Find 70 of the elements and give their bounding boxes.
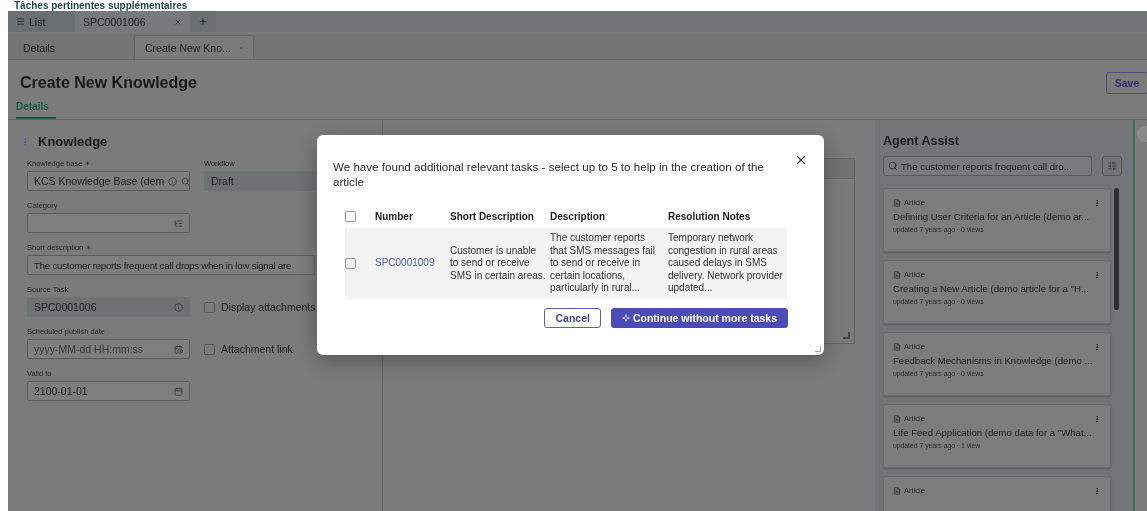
filter-button[interactable]: [1102, 156, 1122, 176]
scrollbar[interactable]: [1114, 188, 1119, 310]
checkbox-option[interactable]: Attachment link: [204, 339, 293, 359]
sliders-icon: [1107, 161, 1117, 171]
input-field[interactable]: yyyy-MM-dd HH:mm:ss: [27, 339, 190, 359]
checkbox-option[interactable]: Display attachments: [204, 297, 316, 317]
calendar-icon[interactable]: [174, 344, 183, 354]
hierarchy-icon[interactable]: [174, 218, 183, 228]
new-tab-button[interactable]: [190, 11, 216, 32]
resize-grip-icon[interactable]: [815, 346, 821, 352]
info-icon[interactable]: [168, 176, 178, 186]
close-icon[interactable]: [238, 43, 243, 52]
input-field[interactable]: [27, 213, 190, 233]
more-icon[interactable]: [1093, 198, 1101, 207]
dialog-message: We have found additional relevant tasks - select up to 5 to help in the creation of the article: [333, 159, 765, 189]
plus-icon: [198, 16, 208, 27]
more-icon[interactable]: [1093, 414, 1101, 423]
card-title: Feedback Mechanisms in Knowledge (demo ...: [893, 355, 1094, 366]
document-icon: [893, 486, 901, 495]
column-header: Short Description: [450, 211, 535, 224]
close-icon[interactable]: [174, 17, 182, 26]
document-icon: [893, 414, 901, 423]
more-icon[interactable]: [1093, 342, 1101, 351]
tab[interactable]: Create New Kno...: [134, 35, 254, 59]
search-field[interactable]: The customer reports frequent call dro...: [883, 156, 1092, 176]
select-all-checkbox[interactable]: [345, 211, 356, 222]
column-header: Description: [550, 211, 606, 224]
tab[interactable]: Details: [12, 35, 132, 59]
document-icon: [893, 270, 901, 279]
checkbox[interactable]: [204, 343, 215, 355]
info-icon[interactable]: [174, 302, 183, 312]
sparkle-icon: [621, 313, 630, 322]
input-field[interactable]: 2100-01-01: [27, 381, 190, 401]
page-heading: Tâches pertinentes supplémentaires: [14, 0, 188, 11]
menu-icon: [16, 17, 25, 26]
card-title: Defining User Criteria for an Article (demo ar...: [893, 211, 1091, 222]
input-field[interactable]: The customer reports frequent call drops when in low signal are: [27, 255, 315, 275]
search-icon[interactable]: [181, 176, 191, 186]
document-icon: [893, 342, 901, 351]
calendar-icon[interactable]: [174, 386, 183, 396]
table-cell: Customer is unable to send or receive SMS in certain areas.: [450, 244, 546, 283]
panel-title: Agent Assist: [883, 134, 960, 148]
app-tab[interactable]: SPC0001006: [75, 11, 190, 32]
input-field[interactable]: Draft: [204, 171, 316, 191]
card-title: Life Feed Application (demo data for a "What...: [893, 427, 1093, 438]
app-tab[interactable]: List: [8, 11, 75, 32]
input-field[interactable]: SPC0001006: [27, 297, 190, 317]
required-icon: [84, 160, 92, 167]
more-icon[interactable]: [1093, 270, 1101, 279]
save-button[interactable]: Save: [1106, 72, 1147, 94]
input-field[interactable]: KCS Knowledge Base (dem: [27, 171, 190, 191]
form-title: Create New Knowledge: [20, 74, 197, 92]
more-icon[interactable]: [1093, 486, 1101, 495]
table-cell-text: The customer reports that SMS messages fail to send or receive in certain locations, particularly in rural...: [550, 232, 657, 295]
section-title: Knowledge: [38, 134, 108, 149]
record-link[interactable]: SPC0001009: [375, 257, 435, 270]
search-icon: [888, 161, 898, 171]
table-cell: Temporary network congestion in rural areas caused delays in SMS delivery. Network provider updated...: [668, 232, 783, 295]
close-icon: [794, 153, 808, 167]
resize-grip-icon[interactable]: [843, 332, 850, 339]
checkbox[interactable]: [204, 301, 215, 313]
column-header: Number: [375, 211, 414, 224]
required-icon: [85, 244, 93, 251]
close-button[interactable]: [794, 153, 808, 167]
card-title: Creating a New Article (demo article for a "H...: [893, 283, 1090, 294]
column-header: Resolution Notes: [668, 211, 752, 224]
row-checkbox[interactable]: [345, 258, 356, 269]
document-icon: [893, 198, 901, 207]
cancel-button[interactable]: Cancel: [544, 307, 601, 328]
continue-button[interactable]: Continue without more tasks: [610, 307, 788, 328]
